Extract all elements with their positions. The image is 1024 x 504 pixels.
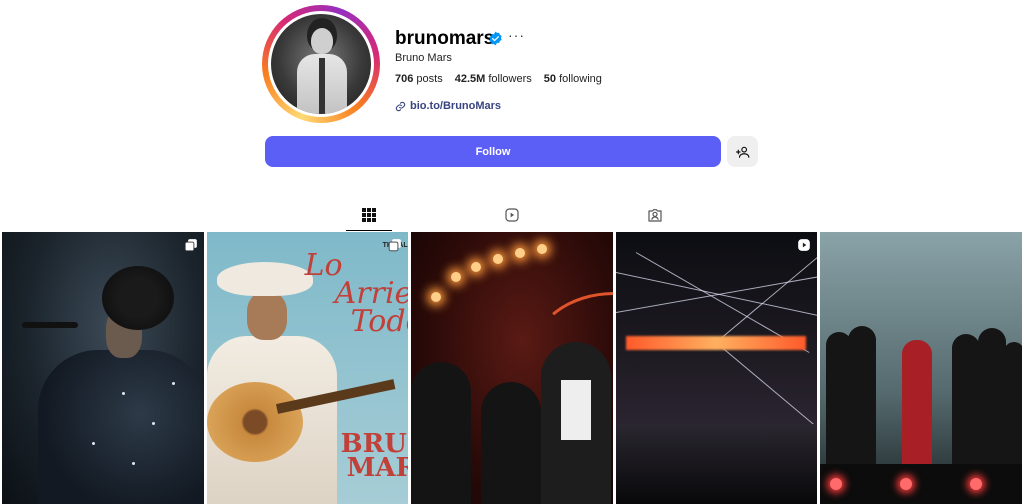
post-4-crowd bbox=[615, 424, 818, 504]
post-5-musician bbox=[902, 340, 933, 464]
profile-stats: 706 posts 42.5M followers 50 following bbox=[395, 73, 602, 85]
carousel-icon bbox=[388, 239, 402, 252]
post-tile[interactable] bbox=[615, 232, 818, 504]
post-3-stage-light bbox=[451, 272, 462, 282]
carousel-icon bbox=[184, 239, 197, 252]
post-5-musician bbox=[978, 328, 1007, 464]
grid-icon bbox=[362, 208, 376, 222]
post-tile[interactable] bbox=[411, 232, 613, 504]
post-5-musician bbox=[952, 334, 981, 464]
post-3-white-shirt bbox=[561, 380, 592, 440]
avatar-figure-stripe bbox=[319, 58, 325, 114]
more-options-button[interactable]: ··· bbox=[508, 27, 525, 43]
add-person-icon bbox=[735, 146, 749, 158]
avatar bbox=[268, 11, 374, 117]
avatar-ring[interactable] bbox=[262, 5, 380, 123]
post-3-stage-light bbox=[515, 248, 526, 258]
post-tile[interactable] bbox=[820, 232, 1022, 504]
posts-grid: Lo Arries Todo BRUN MAR THE AL bbox=[2, 232, 1022, 504]
verified-badge-icon bbox=[489, 31, 502, 46]
reels-icon bbox=[505, 208, 519, 222]
post-5-musician bbox=[1004, 342, 1022, 464]
post-4-stage-glow bbox=[625, 336, 806, 350]
post-1-hair bbox=[102, 266, 174, 330]
suggested-users-button[interactable] bbox=[727, 136, 758, 167]
post-2-face bbox=[246, 292, 287, 340]
following-count[interactable]: 50 following bbox=[544, 73, 602, 85]
link-icon bbox=[395, 101, 406, 111]
post-5-stage-floor bbox=[820, 464, 1022, 504]
username: brunomars bbox=[395, 28, 495, 49]
post-1-jacket bbox=[38, 350, 204, 504]
post-4-light-beam bbox=[715, 342, 818, 433]
post-1-sparkle bbox=[152, 422, 155, 425]
post-2-poster-name: BRUN MAR bbox=[341, 431, 409, 483]
follow-button[interactable]: Follow bbox=[265, 136, 721, 167]
post-3-stage-light bbox=[537, 244, 548, 254]
post-1-sparkle bbox=[122, 392, 125, 395]
profile-tabs bbox=[0, 200, 1024, 232]
post-1-sparkle bbox=[132, 462, 135, 465]
post-4-light-beam bbox=[615, 273, 818, 313]
post-2-guitar bbox=[206, 382, 303, 462]
reel-icon bbox=[798, 239, 811, 251]
post-2-title-line: Todo bbox=[350, 304, 409, 339]
post-3-stage-light bbox=[493, 254, 504, 264]
post-4-light-beam bbox=[615, 272, 818, 319]
post-2-cowboy-hat bbox=[216, 262, 313, 296]
bio-link-text: bio.to/BrunoMars bbox=[410, 100, 502, 112]
tagged-icon bbox=[648, 209, 662, 222]
post-1-microphone bbox=[22, 322, 78, 328]
tab-reels[interactable] bbox=[489, 200, 535, 230]
post-tile[interactable] bbox=[2, 232, 204, 504]
posts-count: 706 posts bbox=[395, 73, 443, 85]
post-tile[interactable]: Lo Arries Todo BRUN MAR THE AL bbox=[206, 232, 409, 504]
tab-tagged[interactable] bbox=[632, 200, 678, 230]
post-1-sparkle bbox=[92, 442, 95, 445]
followers-count[interactable]: 42.5M followers bbox=[455, 73, 532, 85]
post-2-poster-title: Lo Arries Todo bbox=[305, 251, 409, 339]
post-3-stage-light bbox=[471, 262, 482, 272]
post-2-name-line: MAR bbox=[346, 453, 409, 483]
bio-link[interactable]: bio.to/BrunoMars bbox=[395, 100, 501, 112]
full-name: Bruno Mars bbox=[395, 52, 452, 64]
post-3-performer bbox=[481, 382, 542, 504]
post-3-stage-light bbox=[431, 292, 442, 302]
post-5-musician bbox=[848, 326, 877, 464]
avatar-figure-head bbox=[311, 28, 333, 54]
post-3-performer bbox=[411, 362, 472, 504]
tab-posts[interactable] bbox=[346, 200, 392, 231]
post-1-sparkle bbox=[172, 382, 175, 385]
